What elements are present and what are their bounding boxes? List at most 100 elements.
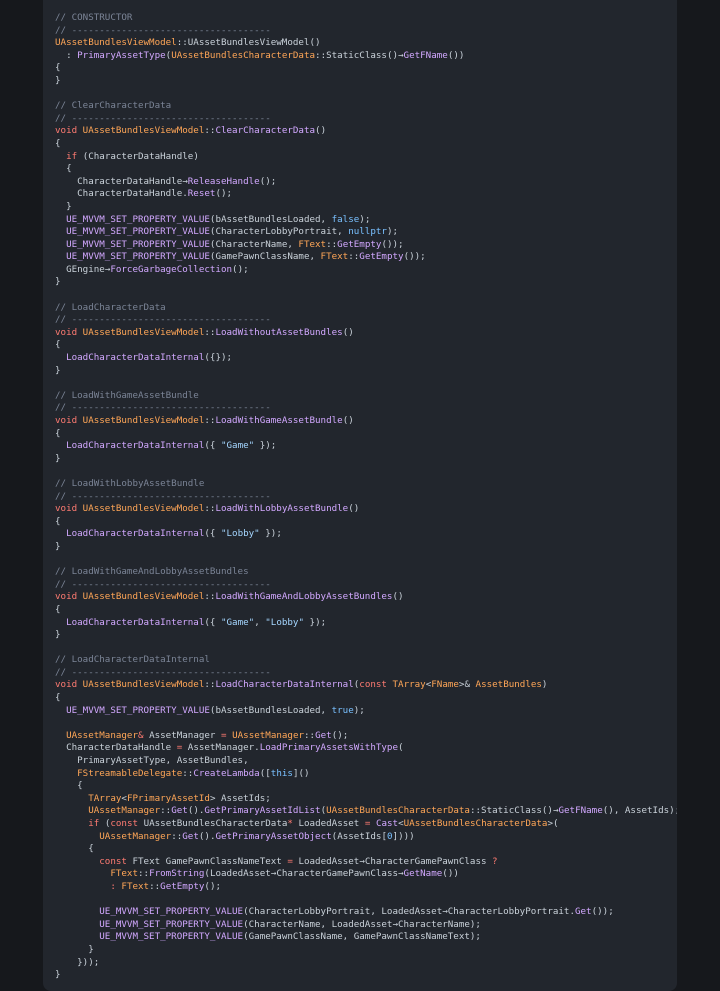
code-line: // LoadCharacterData — [55, 302, 677, 315]
code-token-func: LoadPrimaryAssetsWithType — [259, 742, 398, 754]
code-token-comment: // LoadWithGameAssetBundle — [55, 389, 199, 401]
code-token-plain: :: — [204, 326, 216, 338]
code-line: UAssetBundlesViewModel::UAssetBundlesVie… — [55, 37, 677, 50]
code-line: // ------------------------------------ — [55, 314, 677, 327]
code-line: { — [55, 138, 677, 151]
code-token-plain: :: — [138, 868, 150, 880]
code-token-plain: CharacterDataHandle — [55, 742, 177, 754]
code-token-plain: (LoadedAsset→CharacterGamePawnClass→ — [204, 868, 404, 880]
code-token-plain: { — [55, 163, 72, 175]
code-line: { — [55, 163, 677, 176]
code-token-macro: UE_MVVM_SET_PROPERTY_VALUE — [66, 226, 210, 238]
code-token-plain: LoadedAsset — [292, 818, 365, 829]
code-token-plain: (); — [331, 729, 349, 741]
code-token-func: Reset — [187, 188, 216, 200]
code-token-func: LoadWithGameAndLobbyAssetBundles — [215, 591, 393, 603]
code-line: UE_MVVM_SET_PROPERTY_VALUE(GamePawnClass… — [55, 931, 677, 944]
code-line: // ------------------------------------ — [55, 25, 677, 38]
code-line: : PrimaryAssetType(UAssetBundlesCharacte… — [55, 50, 677, 63]
code-token-plain: :: — [204, 591, 216, 603]
code-line: { — [55, 428, 677, 441]
code-token-comment: // ------------------------------------ — [55, 666, 271, 678]
code-token-func: Get — [315, 729, 332, 741]
code-token-plain: } — [55, 969, 61, 981]
code-line: FText::FromString(LoadedAsset→CharacterG… — [55, 868, 677, 881]
code-line: UE_MVVM_SET_PROPERTY_VALUE(bAssetBundles… — [55, 705, 677, 718]
code-line: // LoadWithGameAssetBundle — [55, 390, 677, 403]
code-token-plain: ::StaticClass()→ — [315, 49, 404, 61]
code-line: CharacterDataHandle→ReleaseHandle(); — [55, 176, 677, 189]
code-token-keyword: const — [99, 855, 127, 867]
code-token-macro: UE_MVVM_SET_PROPERTY_VALUE — [99, 906, 244, 918]
code-token-plain: () — [342, 415, 354, 426]
code-content[interactable]: // CONSTRUCTOR // -----------------------… — [55, 12, 677, 982]
code-line: // LoadCharacterDataInternal — [55, 654, 677, 667]
code-line: UAssetManager& AssetManager = UAssetMana… — [55, 730, 677, 743]
code-token-type: UAssetBundlesCharacterData — [326, 805, 470, 817]
code-token-plain: } — [55, 629, 61, 641]
code-token-type: UAssetBundlesViewModel — [82, 125, 205, 137]
code-line: const FText GamePawnClassNameText = Load… — [55, 856, 677, 869]
code-token-string: "Lobby" — [220, 528, 260, 540]
code-line: UAssetManager::Get().GetPrimaryAssetIdLi… — [55, 805, 677, 818]
code-block[interactable]: // CONSTRUCTOR // -----------------------… — [43, 0, 677, 991]
code-token-plain: PrimaryAssetType, AssetBundles, — [55, 755, 249, 767]
code-token-func: GetPrimaryAssetIdList — [204, 805, 321, 817]
code-line: { — [55, 516, 677, 529]
code-line: // ClearCharacterData — [55, 100, 677, 113]
code-token-func: LoadCharacterDataInternal — [66, 528, 205, 540]
code-token-plain: :: — [304, 729, 316, 741]
code-token-type: UAssetBundlesCharacterData — [403, 818, 548, 829]
code-token-func: Get — [574, 906, 592, 918]
code-token-plain: }); — [259, 528, 282, 540]
code-token-type: FText — [110, 868, 138, 880]
code-line: { — [55, 339, 677, 352]
code-token-type: UAssetBundlesViewModel — [82, 326, 205, 338]
code-token-plain: ( — [99, 818, 111, 829]
code-token-keyword: void — [55, 326, 83, 338]
code-token-plain: { — [55, 843, 94, 855]
code-line: if (const UAssetBundlesCharacterData* Lo… — [55, 818, 677, 831]
code-line: CharacterDataHandle.Reset(); — [55, 188, 677, 201]
code-token-comment: // ------------------------------------ — [55, 402, 271, 414]
code-token-type: UAssetManager — [99, 830, 172, 842]
code-token-string: "Game" — [220, 616, 255, 628]
code-token-plain: :: — [348, 251, 360, 263]
code-token-plain: (); — [215, 188, 233, 200]
code-token-macro: UE_MVVM_SET_PROPERTY_VALUE — [66, 704, 210, 716]
code-line: // CONSTRUCTOR — [55, 12, 677, 25]
code-token-func: GetEmpty — [359, 251, 404, 263]
code-token-plain: (); — [259, 175, 277, 187]
code-line: LoadCharacterDataInternal({ "Game" }); — [55, 440, 677, 453]
code-token-plain: ::UAssetBundlesViewModel() — [176, 37, 321, 49]
code-line: void UAssetBundlesViewModel::LoadWithGam… — [55, 415, 677, 428]
code-token-comment: // CONSTRUCTOR — [55, 12, 133, 23]
code-token-plain: :: — [204, 415, 216, 426]
code-line: { — [55, 843, 677, 856]
code-token-func: GetEmpty — [337, 238, 382, 250]
code-line: if (CharacterDataHandle) — [55, 151, 677, 164]
code-line: LoadCharacterDataInternal({ "Lobby" }); — [55, 528, 677, 541]
code-token-keyword: void — [55, 415, 83, 426]
code-token-string: "Game" — [220, 440, 255, 452]
code-token-plain: { — [55, 62, 61, 74]
code-token-macro: UE_MVVM_SET_PROPERTY_VALUE — [99, 931, 244, 943]
code-token-plain: :: — [160, 805, 172, 817]
code-token-string: "Lobby" — [265, 616, 304, 628]
code-token-keyword: void — [55, 503, 83, 515]
code-token-plain: :: — [326, 238, 338, 250]
code-token-plain: GEngine→ — [55, 263, 111, 275]
code-token-plain: })); — [55, 956, 100, 968]
code-token-func: ReleaseHandle — [187, 175, 260, 187]
code-token-plain: ({ — [204, 440, 221, 452]
code-token-plain: { — [55, 515, 61, 527]
code-token-plain: ()); — [403, 251, 426, 263]
code-token-comment: // ClearCharacterData — [55, 100, 172, 112]
code-token-plain: :: — [171, 830, 183, 842]
